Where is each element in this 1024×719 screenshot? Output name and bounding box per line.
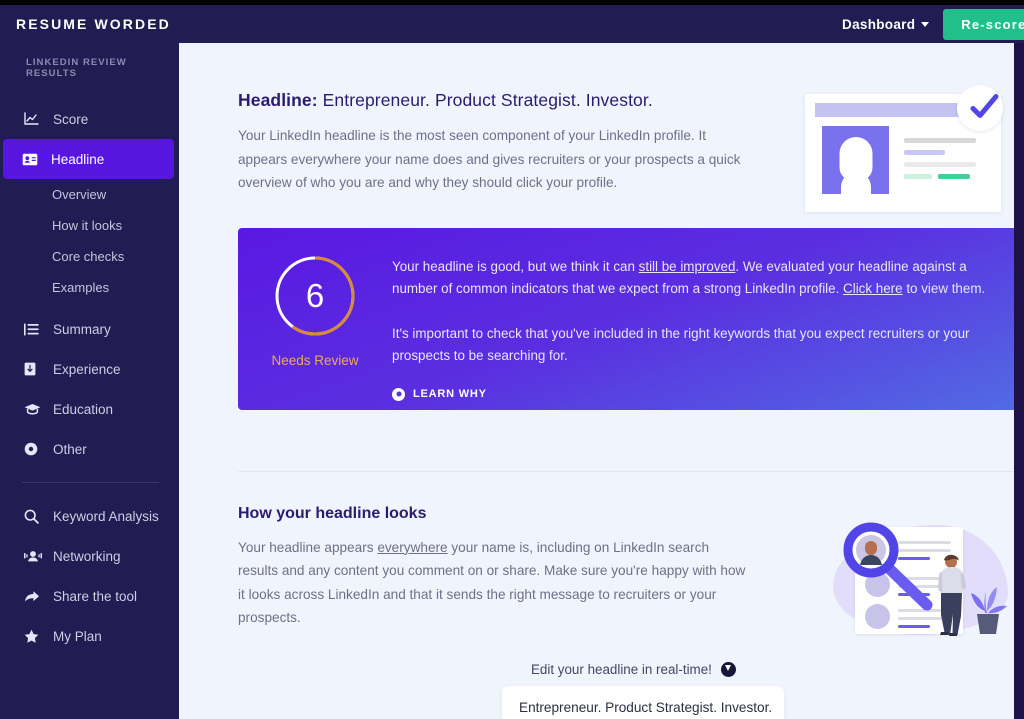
header-right-group: Dashboard Re-score re bbox=[842, 5, 1024, 43]
sidebar-item-experience[interactable]: Experience bbox=[2, 349, 177, 389]
sidebar-divider bbox=[22, 482, 159, 483]
sidebar-item-keyword-analysis[interactable]: Keyword Analysis bbox=[2, 496, 177, 536]
headline-prefix: Headline: bbox=[238, 90, 318, 110]
right-page-gutter bbox=[1014, 43, 1024, 719]
score-p1-part1: Your headline is good, but we think it c… bbox=[392, 258, 639, 274]
placeholder-line bbox=[904, 150, 945, 155]
sidebar-item-other[interactable]: Other bbox=[2, 429, 177, 469]
share-arrow-icon bbox=[24, 588, 46, 604]
sidebar-item-my-plan[interactable]: My Plan bbox=[2, 616, 177, 656]
score-p1-part3: to view them. bbox=[902, 281, 986, 296]
sidebar-subitem-label: Overview bbox=[52, 187, 107, 202]
briefcase-icon bbox=[24, 361, 46, 377]
dashboard-label: Dashboard bbox=[842, 16, 916, 32]
profile-card-illustration bbox=[805, 85, 1010, 215]
still-be-improved-link[interactable]: still be improved bbox=[639, 259, 736, 274]
learn-why-button[interactable]: LEARN WHY bbox=[392, 387, 1015, 401]
sidebar-item-education[interactable]: Education bbox=[2, 389, 177, 429]
chart-icon bbox=[24, 111, 46, 127]
sidebar-subitem-core-checks[interactable]: Core checks bbox=[0, 241, 179, 272]
graduation-cap-icon bbox=[24, 401, 46, 417]
brand-logo[interactable]: RESUME WORDED bbox=[16, 16, 171, 32]
click-here-link[interactable]: Click here bbox=[843, 281, 903, 296]
sidebar: LINKEDIN REVIEW RESULTS Score Headline O… bbox=[0, 43, 179, 719]
edit-headline-label: Edit your headline in real-time! bbox=[531, 661, 712, 677]
score-value: 6 bbox=[305, 276, 325, 314]
main-content: Headline: Entrepreneur. Product Strategi… bbox=[179, 43, 1015, 719]
score-paragraph-2: It's important to check that you've incl… bbox=[392, 325, 970, 364]
list-icon bbox=[24, 321, 46, 337]
sidebar-subitem-label: Examples bbox=[52, 280, 110, 295]
circle-dot-icon bbox=[24, 441, 46, 457]
sidebar-subitem-label: Core checks bbox=[52, 249, 125, 264]
dashboard-menu[interactable]: Dashboard bbox=[842, 16, 930, 32]
sidebar-subitem-overview[interactable]: Overview bbox=[0, 179, 179, 210]
content-wrapper: Headline: Entrepreneur. Product Strategi… bbox=[179, 43, 1015, 719]
id-card-icon bbox=[22, 151, 44, 167]
plus-circle-icon bbox=[392, 387, 405, 401]
plant-illustration bbox=[963, 567, 1015, 635]
score-card-text: Your headline is good, but we think it c… bbox=[392, 228, 1015, 410]
avatar-body-shape bbox=[840, 172, 871, 194]
headline-input[interactable]: Entrepreneur. Product Strategist. Invest… bbox=[502, 685, 784, 719]
everywhere-link[interactable]: everywhere bbox=[377, 540, 447, 555]
app-screen: RESUME WORDED Dashboard Re-score re LINK… bbox=[0, 0, 1024, 719]
checkmark-icon bbox=[969, 93, 999, 123]
star-icon bbox=[24, 628, 46, 644]
learn-why-label: LEARN WHY bbox=[413, 388, 487, 400]
sec2-part1: Your headline appears bbox=[238, 539, 378, 555]
search-results-illustration bbox=[829, 517, 1015, 643]
headline-value: Entrepreneur. Product Strategist. Invest… bbox=[322, 90, 653, 110]
placeholder-line bbox=[938, 174, 970, 179]
score-ring-group: 6 Needs Review bbox=[238, 228, 392, 410]
app-header: RESUME WORDED Dashboard Re-score re bbox=[0, 5, 1024, 43]
sidebar-item-label: Summary bbox=[53, 321, 111, 337]
sidebar-subitem-label: How it looks bbox=[52, 218, 123, 233]
placeholder-line bbox=[904, 138, 976, 143]
sidebar-item-networking[interactable]: Networking bbox=[2, 536, 177, 576]
headline-input-value: Entrepreneur. Product Strategist. Invest… bbox=[519, 700, 773, 715]
sidebar-item-label: My Plan bbox=[53, 628, 102, 644]
sidebar-item-score[interactable]: Score bbox=[2, 99, 177, 139]
sidebar-section-label: LINKEDIN REVIEW RESULTS bbox=[26, 57, 127, 79]
section-description: Your headline appears everywhere your na… bbox=[238, 536, 748, 630]
headline-description: Your LinkedIn headline is the most seen … bbox=[238, 128, 741, 190]
status-badge: Needs Review bbox=[271, 352, 359, 368]
sidebar-nav: Score Headline Overview How it looks Cor… bbox=[0, 99, 179, 656]
arrow-down-circle-icon bbox=[720, 661, 736, 677]
sidebar-item-label: Share the tool bbox=[53, 588, 138, 604]
sidebar-subitem-examples[interactable]: Examples bbox=[0, 272, 179, 303]
search-icon bbox=[24, 508, 46, 524]
edit-headline-prompt: Edit your headline in real-time! bbox=[531, 661, 1015, 677]
sidebar-item-label: Education bbox=[53, 401, 114, 417]
sidebar-item-summary[interactable]: Summary bbox=[2, 309, 177, 349]
profile-avatar bbox=[822, 126, 889, 194]
sidebar-subitem-how-it-looks[interactable]: How it looks bbox=[0, 210, 179, 241]
sidebar-item-label: Networking bbox=[53, 548, 121, 564]
sidebar-item-label: Headline bbox=[51, 151, 105, 167]
sidebar-item-label: Score bbox=[53, 111, 89, 127]
sidebar-item-share-the-tool[interactable]: Share the tool bbox=[2, 576, 177, 616]
score-paragraph-1: Your headline is good, but we think it c… bbox=[392, 256, 992, 301]
placeholder-line bbox=[904, 174, 932, 179]
score-card: 6 Needs Review Your headline is good, bu… bbox=[238, 227, 1015, 410]
people-icon bbox=[24, 548, 46, 564]
sidebar-item-label: Other bbox=[53, 441, 87, 457]
placeholder-line bbox=[904, 162, 976, 167]
sidebar-item-label: Keyword Analysis bbox=[53, 508, 159, 524]
sidebar-item-label: Experience bbox=[53, 361, 121, 377]
sidebar-item-headline[interactable]: Headline bbox=[3, 139, 174, 179]
chevron-down-icon bbox=[921, 21, 930, 27]
rescore-button[interactable]: Re-score re bbox=[943, 8, 1024, 40]
score-ring: 6 bbox=[272, 253, 358, 339]
